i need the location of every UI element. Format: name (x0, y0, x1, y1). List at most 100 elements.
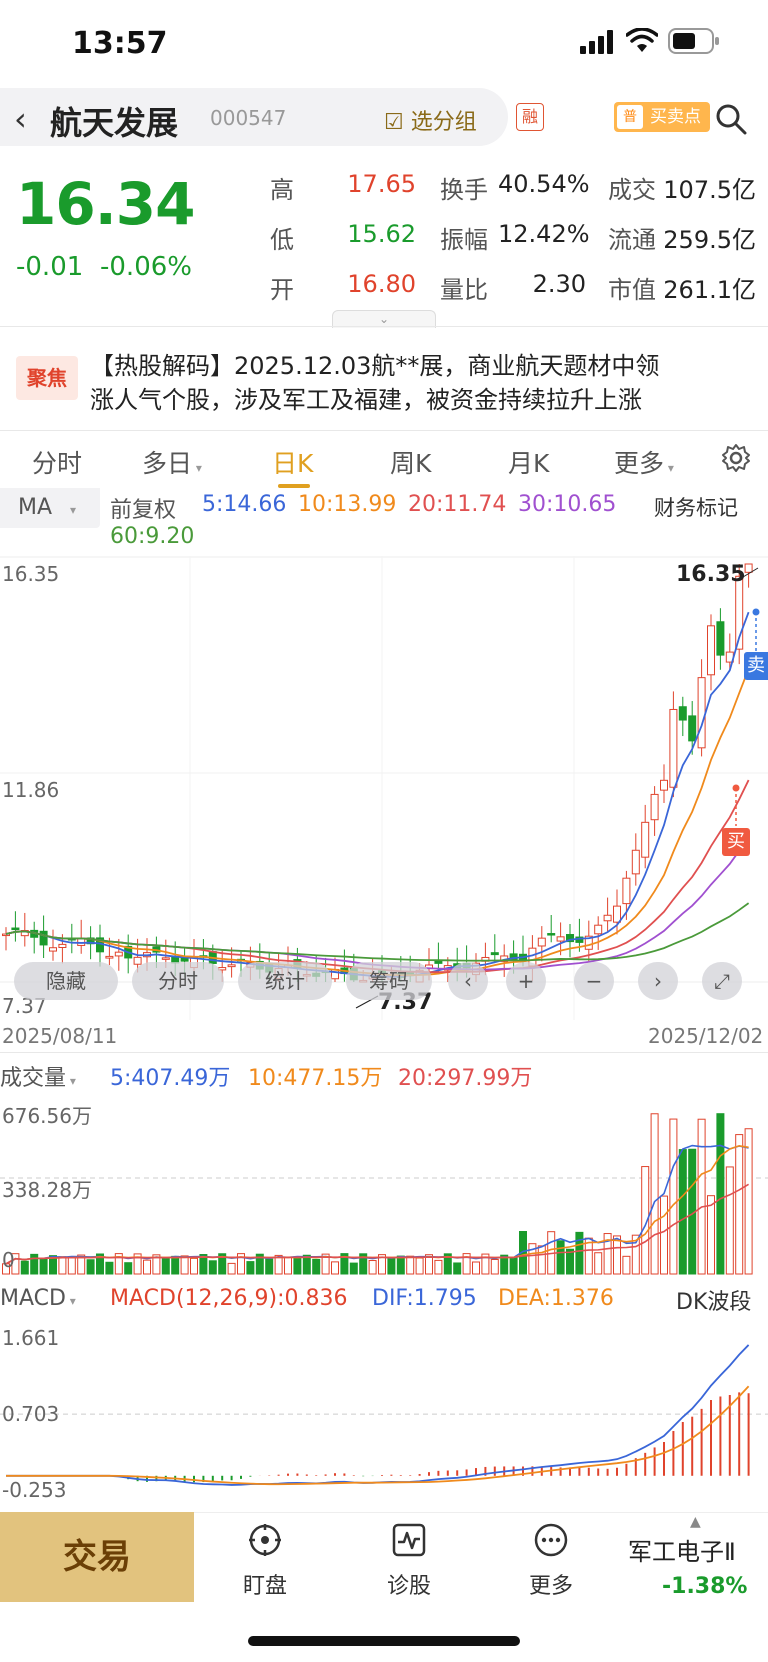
sector-name[interactable]: 军工电子Ⅱ (628, 1532, 736, 1567)
buy-sell-point-button[interactable]: 普 买卖点 (614, 102, 710, 132)
candle (650, 793, 659, 821)
open-label: 开 (270, 276, 294, 304)
volume-bar (650, 1113, 659, 1275)
status-bar: 13:57 (0, 0, 768, 88)
sell-point-tag[interactable]: 卖 (744, 652, 768, 680)
indicator-select-ma[interactable]: MA ▾ (0, 488, 100, 528)
volume-bar (556, 1240, 565, 1275)
candle (11, 927, 20, 931)
volume-bar (39, 1258, 48, 1275)
ma60-value: 60:9.20 (110, 524, 195, 549)
ma10-line (5, 668, 750, 977)
macd-y-top: 1.661 (2, 1326, 60, 1350)
fenshi-overlay-button[interactable]: 分时 (132, 962, 224, 1000)
zoom-out-icon[interactable]: − (574, 962, 614, 1000)
dea-line (6, 1385, 750, 1486)
dk-band-button[interactable]: DK波段 (676, 1284, 751, 1316)
hide-button[interactable]: 隐藏 (14, 962, 118, 1000)
volume-bar (284, 1256, 292, 1275)
kline-y-top: 16.35 (2, 562, 60, 586)
ma20-value: 20:11.74 (408, 492, 507, 517)
select-group-button[interactable]: ☑ 选分组 (384, 104, 477, 136)
volume-bar (406, 1255, 415, 1275)
news-line-1[interactable]: 【热股解码】2025.12.03航**展，商业航天题材中领 (90, 346, 659, 381)
tab-multiday[interactable]: 多日 ▾ (142, 444, 202, 480)
candle (622, 877, 631, 905)
adjust-mode[interactable]: 前复权 (110, 492, 176, 524)
volume-bar (124, 1262, 133, 1275)
back-icon[interactable]: ‹ (14, 100, 27, 138)
chips-button[interactable]: 筹码 (346, 962, 432, 1000)
volume-bar (725, 1166, 734, 1275)
status-time: 13:57 (72, 26, 168, 61)
volume-ratio-value: 2.30 (532, 270, 586, 298)
trade-button[interactable]: 交易 (0, 1512, 194, 1602)
volume-bar (171, 1255, 180, 1275)
tab-week-k[interactable]: 周K (390, 444, 431, 480)
macd-dea: DEA:1.376 (498, 1286, 614, 1311)
high-label: 高 (270, 176, 294, 204)
amplitude-label: 振幅 (440, 226, 488, 254)
volume-bar (509, 1256, 518, 1275)
search-icon[interactable] (714, 102, 748, 136)
volume-bar (86, 1259, 95, 1275)
tab-day-k[interactable]: 日K (272, 444, 313, 480)
volume-bar (744, 1128, 753, 1275)
candle (49, 947, 57, 952)
volume-bar (697, 1118, 706, 1275)
stats-button[interactable]: 统计 (238, 962, 332, 1000)
zoom-in-icon[interactable]: + (506, 962, 546, 1000)
candle (678, 706, 687, 721)
volume-chart[interactable] (0, 1094, 768, 1280)
chevron-right-icon[interactable]: › (638, 962, 678, 1000)
volume-indicator-select[interactable]: 成交量 ▾ (0, 1060, 76, 1092)
vol-y-mid: 338.28万 (2, 1178, 92, 1202)
volume-bar (387, 1257, 396, 1275)
candle (697, 677, 706, 749)
volume-bar (735, 1134, 744, 1275)
macd-indicator-select[interactable]: MACD ▾ (0, 1286, 76, 1311)
diagnose-button[interactable]: 诊股 (354, 1522, 464, 1600)
macd-chart[interactable] (0, 1322, 768, 1508)
fullscreen-icon[interactable]: ⤢ (702, 962, 742, 1000)
dif-line (6, 1344, 750, 1486)
volume-bar (227, 1262, 236, 1275)
low-value: 15.62 (347, 220, 416, 248)
date-start: 2025/08/11 (2, 1024, 118, 1048)
turnover-value: 40.54% (498, 170, 590, 198)
vol-ma5: 5:407.49万 (110, 1066, 231, 1091)
ma20-line (5, 779, 750, 974)
vol-ma10: 10:477.15万 (248, 1066, 383, 1091)
candle (707, 625, 715, 676)
price-change: -0.01 (16, 252, 84, 282)
volume-bar (293, 1256, 302, 1275)
buy-point-tag[interactable]: 买 (722, 828, 750, 856)
pulse-chart-icon (392, 1523, 426, 1557)
focus-badge: 聚焦 (16, 356, 78, 400)
candle (669, 708, 678, 788)
volume-bar (20, 1260, 29, 1275)
battery-icon (668, 28, 719, 54)
price-change-pct: -0.06% (100, 252, 192, 282)
more-button[interactable]: 更多 (496, 1522, 606, 1600)
watch-button[interactable]: 盯盘 (210, 1522, 320, 1600)
news-line-2[interactable]: 涨人气个股，涉及军工及福建，被资金持续拉升上涨 (90, 380, 642, 415)
volume-bar (58, 1256, 67, 1275)
kline-chart[interactable] (0, 556, 768, 1020)
volume-bar (312, 1258, 321, 1275)
candle (613, 905, 621, 923)
stock-header: ‹ 航天发展 000547 ☑ 选分组 融 普 买卖点 (0, 88, 768, 150)
chevron-left-icon[interactable]: ‹ (448, 962, 488, 1000)
vol-y-bot: 0 (2, 1248, 15, 1272)
margin-trading-badge[interactable]: 融 (516, 103, 544, 131)
stock-name: 航天发展 (50, 104, 179, 142)
mktcap-label: 市值 (608, 276, 656, 304)
tab-fenshi[interactable]: 分时 (32, 444, 82, 480)
volume-bar (246, 1261, 255, 1275)
amount-label: 成交 (608, 176, 656, 204)
turnover-label: 换手 (440, 176, 488, 204)
tab-month-k[interactable]: 月K (508, 444, 549, 480)
gear-icon[interactable] (720, 442, 752, 474)
tab-more[interactable]: 更多 ▾ (614, 444, 674, 480)
financial-mark-button[interactable]: 财务标记 (654, 492, 738, 522)
